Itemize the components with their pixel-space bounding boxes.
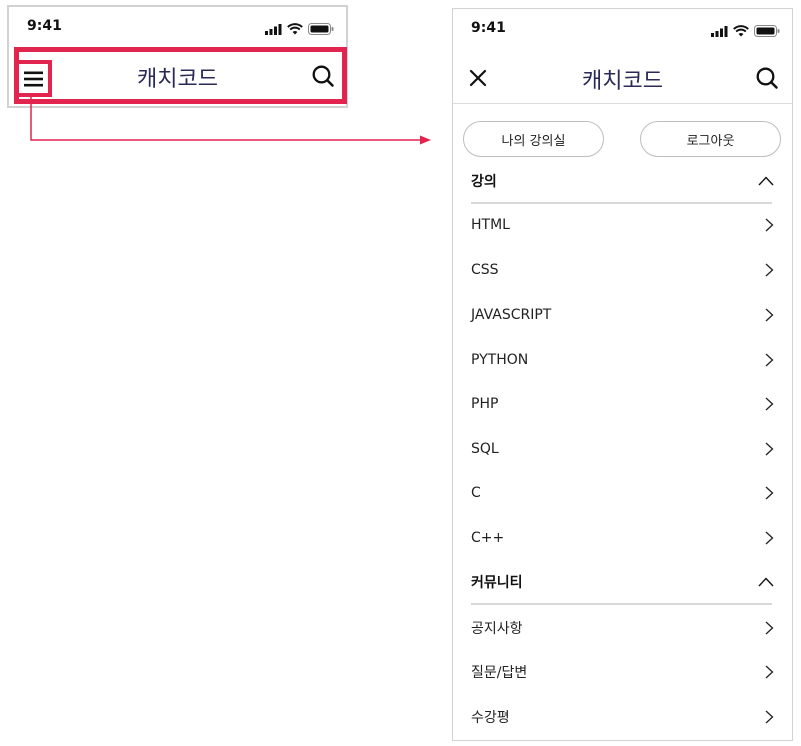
section-header-community[interactable]: 커뮤니티 xyxy=(471,565,774,599)
section-divider xyxy=(471,603,772,605)
menu-item-label: SQL xyxy=(471,441,499,457)
menu-icon xyxy=(24,71,43,86)
section-title: 강의 xyxy=(471,174,497,190)
chevron-right-icon xyxy=(765,710,774,724)
menu-item-label: 수강평 xyxy=(471,710,510,726)
menu-item-label: 공지사항 xyxy=(471,621,523,637)
battery-icon xyxy=(754,22,780,41)
wifi-icon xyxy=(733,22,749,41)
menu-item-sql[interactable]: SQL xyxy=(471,434,774,464)
chevron-up-icon xyxy=(758,176,774,186)
menu-item-c[interactable]: C xyxy=(471,478,774,508)
menu-item-qna[interactable]: 질문/답변 xyxy=(471,657,774,687)
menu-item-reviews[interactable]: 수강평 xyxy=(471,702,774,732)
menu-item-label: HTML xyxy=(471,217,510,233)
phone-closed-state: 9:41 캐치코드 xyxy=(7,5,348,108)
app-bar-divider xyxy=(453,103,792,104)
status-time: 9:41 xyxy=(27,18,62,34)
menu-item-notice[interactable]: 공지사항 xyxy=(471,613,774,643)
section-divider xyxy=(471,202,772,204)
chevron-right-icon xyxy=(765,263,774,277)
menu-item-python[interactable]: PYTHON xyxy=(471,345,774,375)
menu-item-label: C xyxy=(471,485,481,501)
menu-item-label: CSS xyxy=(471,262,499,278)
menu-item-label: PYTHON xyxy=(471,352,529,368)
signal-icon xyxy=(265,20,282,39)
search-button[interactable] xyxy=(754,65,780,91)
menu-item-label: C++ xyxy=(471,530,505,546)
my-classroom-button[interactable]: 나의 강의실 xyxy=(463,121,604,157)
status-time: 9:41 xyxy=(471,20,506,36)
chevron-right-icon xyxy=(765,621,774,635)
section-title: 커뮤니티 xyxy=(471,575,523,591)
menu-item-javascript[interactable]: JAVASCRIPT xyxy=(471,300,774,330)
menu-item-php[interactable]: PHP xyxy=(471,389,774,419)
phone-drawer-open-state: 9:41 캐치코드 나의 강의실 로그아웃 강의 HTML CSS JAVASC… xyxy=(452,8,793,741)
chevron-right-icon xyxy=(765,665,774,679)
chevron-right-icon xyxy=(765,353,774,367)
menu-button[interactable] xyxy=(15,60,52,97)
section-header-lectures[interactable]: 강의 xyxy=(471,164,774,198)
app-bar-highlight-box xyxy=(14,47,347,104)
status-indicators xyxy=(265,20,334,39)
chevron-up-icon xyxy=(758,577,774,587)
chevron-right-icon xyxy=(765,308,774,322)
chevron-right-icon xyxy=(765,397,774,411)
status-indicators xyxy=(711,22,780,41)
menu-item-label: 질문/답변 xyxy=(471,665,528,681)
menu-item-html[interactable]: HTML xyxy=(471,210,774,240)
chevron-right-icon xyxy=(765,486,774,500)
logout-button[interactable]: 로그아웃 xyxy=(640,121,781,157)
chevron-right-icon xyxy=(765,531,774,545)
chevron-right-icon xyxy=(765,442,774,456)
status-bar: 9:41 xyxy=(9,7,346,45)
top-app-bar: 캐치코드 xyxy=(453,49,792,105)
app-title: 캐치코드 xyxy=(582,69,663,94)
signal-icon xyxy=(711,22,728,41)
chevron-right-icon xyxy=(765,218,774,232)
search-icon xyxy=(756,67,778,89)
menu-item-cpp[interactable]: C++ xyxy=(471,523,774,553)
battery-icon xyxy=(308,20,334,39)
menu-item-label: JAVASCRIPT xyxy=(471,307,552,323)
menu-item-css[interactable]: CSS xyxy=(471,255,774,285)
wifi-icon xyxy=(287,20,303,39)
menu-item-label: PHP xyxy=(471,396,499,412)
status-bar: 9:41 xyxy=(453,9,792,47)
